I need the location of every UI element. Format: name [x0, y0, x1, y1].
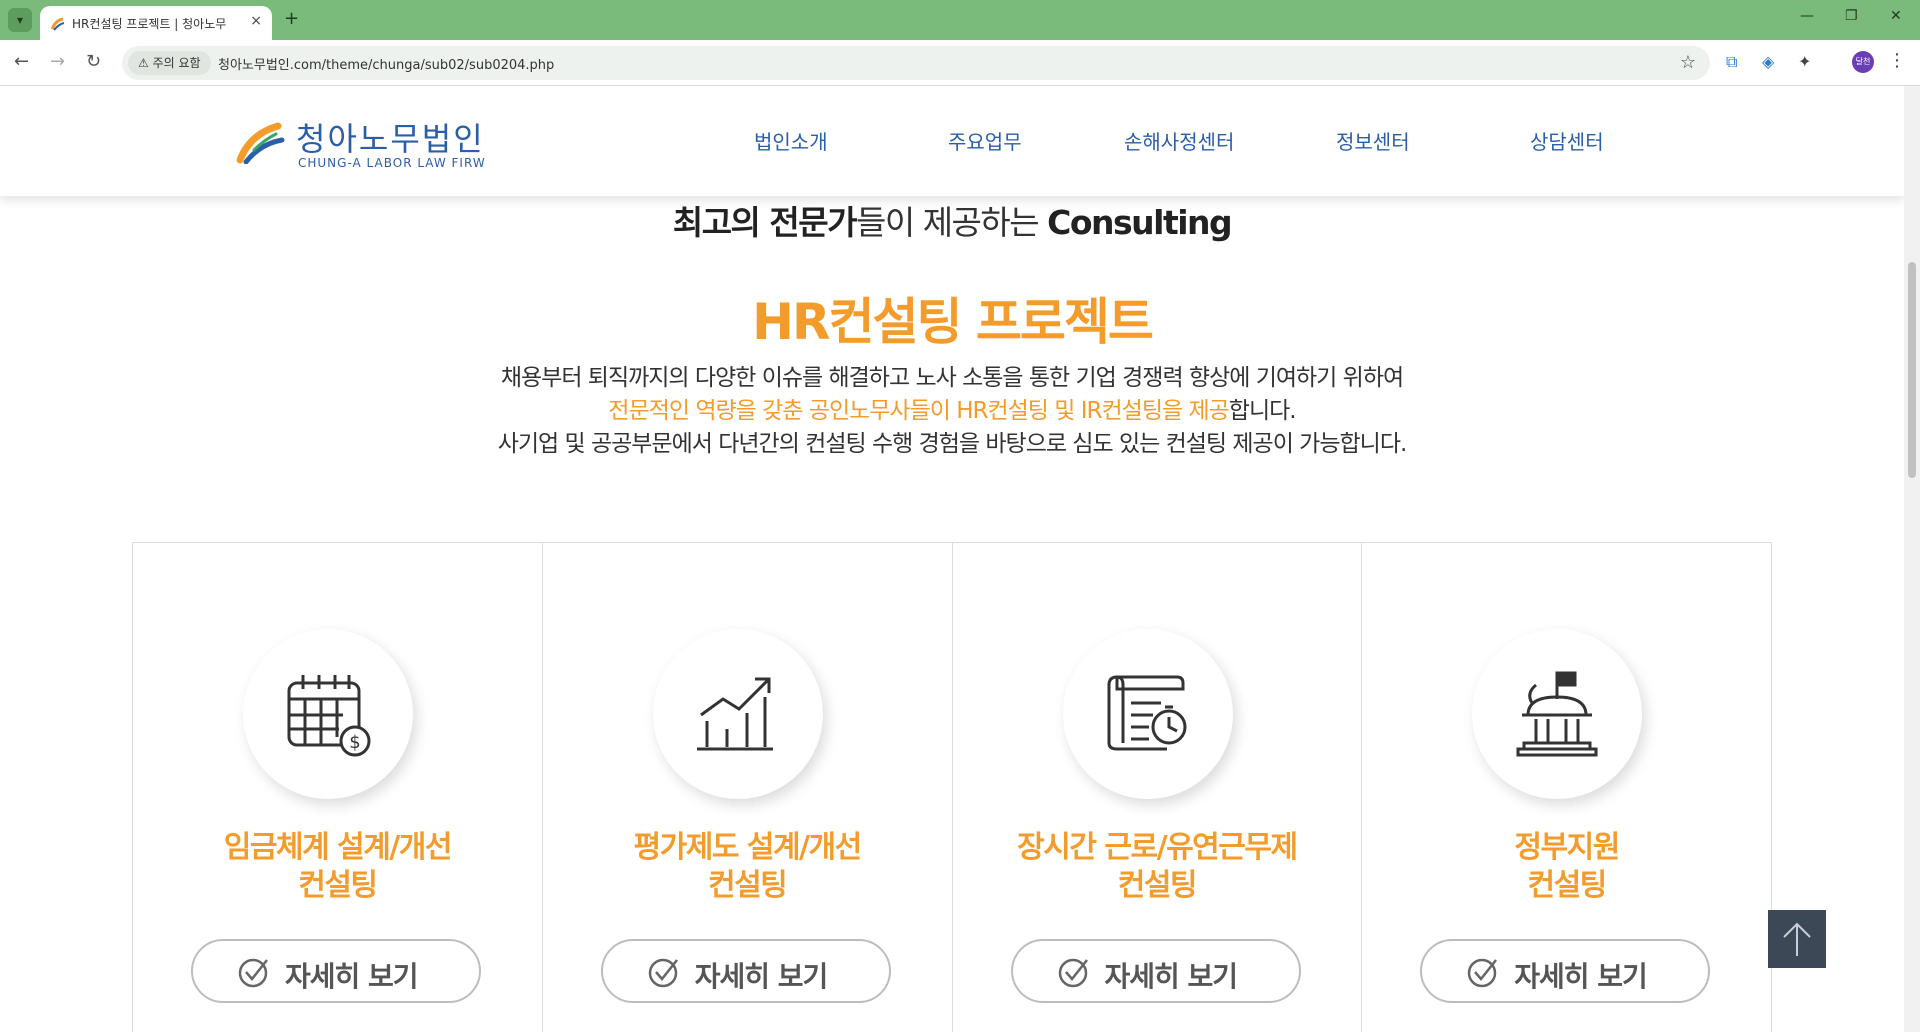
detail-button-label: 자세히 보기 [1104, 960, 1239, 993]
browser-toolbar: ← → ↻ ⚠ 주의 요함 청아노무법인.com/theme/chunga/su… [0, 40, 1920, 86]
new-tab-button[interactable]: + [284, 8, 299, 29]
card-title-line-1: 장시간 근로/유연근무제 [1017, 830, 1298, 865]
subtitle-normal: 들이 제공하는 [855, 203, 1048, 242]
back-icon[interactable]: ← [14, 51, 29, 72]
card-icon-circle [1472, 629, 1643, 799]
detail-button-label: 자세히 보기 [694, 960, 829, 993]
growth-chart-icon [696, 677, 773, 751]
desc-line-3: 사기업 및 공공부문에서 다년간의 컨설팅 수행 경험을 바탕으로 심도 있는 … [497, 431, 1408, 457]
document-clock-icon [1107, 675, 1186, 751]
card-title-line-2: 컨설팅 [1527, 868, 1607, 903]
subtitle-bold-1: 최고의 전문가 [672, 203, 858, 242]
desc-line-2: 전문적인 역량을 갖춘 공인노무사들이 HR컨설팅 및 IR컨설팅을 제공합니다… [0, 395, 1904, 428]
scrollbar-thumb[interactable] [1908, 262, 1916, 478]
check-circle-icon [1058, 958, 1088, 988]
url-text[interactable]: 청아노무법인.com/theme/chunga/sub02/sub0204.ph… [218, 54, 554, 73]
card-title: 정부지원 컨설팅 [1362, 829, 1771, 905]
page-scrollbar[interactable] [1904, 86, 1920, 1032]
check-circle-icon [238, 958, 268, 988]
desc-line-2-tail: 합니다. [1228, 398, 1297, 424]
check-circle-icon [648, 958, 678, 988]
arrow-up-icon [1783, 922, 1811, 956]
detail-button-wage[interactable]: 자세히 보기 [191, 939, 481, 1003]
subtitle-bold-2: Consulting [1047, 203, 1233, 242]
card-icon-circle: $ [243, 629, 413, 799]
reload-icon[interactable]: ↻ [86, 51, 101, 72]
card-title: 평가제도 설계/개선 컨설팅 [543, 829, 952, 905]
nav-item-info[interactable]: 정보센터 [1336, 126, 1410, 155]
card-wage-system: $ 임금체계 설계/개선 컨설팅 자세히 보기 [133, 543, 543, 1032]
nav-item-services[interactable]: 주요업무 [948, 126, 1022, 155]
logo-english-text: CHUNG-A LABOR LAW FIRW [298, 156, 486, 170]
address-bar[interactable]: ⚠ 주의 요함 청아노무법인.com/theme/chunga/sub02/su… [122, 46, 1710, 80]
tab-title: HR컨설팅 프로젝트 | 청아노무 [72, 17, 227, 31]
close-window-icon[interactable]: ✕ [1890, 8, 1902, 24]
forward-icon[interactable]: → [50, 51, 65, 72]
page-title: HR컨설팅 프로젝트 [752, 293, 1154, 351]
restore-icon[interactable]: ❐ [1845, 8, 1858, 24]
card-icon-circle [652, 629, 823, 799]
site-favicon-icon [50, 17, 65, 31]
section-subtitle: 최고의 전문가들이 제공하는 Consulting [0, 196, 1904, 244]
page-viewport: 청아노무법인 CHUNG-A LABOR LAW FIRW 법인소개 주요업무 … [0, 86, 1904, 1032]
detail-button-evaluation[interactable]: 자세히 보기 [600, 939, 891, 1003]
card-evaluation-system: 평가제도 설계/개선 컨설팅 자세히 보기 [543, 543, 953, 1032]
detail-button-flexible-work[interactable]: 자세히 보기 [1010, 939, 1301, 1003]
security-warning-chip[interactable]: ⚠ 주의 요함 [128, 51, 211, 75]
card-title-line-2: 컨설팅 [707, 868, 788, 903]
card-title-line-1: 평가제도 설계/개선 [633, 830, 863, 865]
tab-close-icon[interactable]: × [250, 13, 262, 29]
card-title-line-2: 컨설팅 [298, 868, 378, 903]
nav-item-consult[interactable]: 상담센터 [1530, 126, 1604, 155]
profile-avatar[interactable]: 달천 [1852, 51, 1874, 73]
check-circle-icon [1468, 958, 1498, 988]
consulting-cards: $ 임금체계 설계/개선 컨설팅 자세히 보기 평가제도 설계/개선 컨설팅 자… [132, 542, 1772, 1032]
card-flexible-work: 장시간 근로/유연근무제 컨설팅 자세히 보기 [953, 543, 1363, 1032]
tab-search-button[interactable]: ▾ [8, 8, 32, 32]
minimize-icon[interactable]: — [1800, 8, 1814, 24]
detail-button-label: 자세히 보기 [285, 960, 419, 993]
browser-tab-bar: ▾ HR컨설팅 프로젝트 | 청아노무 × + — ❐ ✕ [0, 0, 1920, 40]
card-title-line-1: 정부지원 [1514, 830, 1620, 865]
card-government-support: 정부지원 컨설팅 자세히 보기 [1362, 543, 1771, 1032]
scroll-to-top-button[interactable] [1768, 910, 1826, 968]
nav-item-about[interactable]: 법인소개 [754, 126, 828, 155]
browser-menu-icon[interactable]: ⋮ [1888, 50, 1906, 71]
nav-item-claims[interactable]: 손해사정센터 [1124, 126, 1234, 155]
government-building-icon [1516, 671, 1598, 757]
card-title: 임금체계 설계/개선 컨설팅 [133, 829, 542, 905]
svg-text:$: $ [349, 732, 360, 753]
desc-highlight: 전문적인 역량을 갖춘 공인노무사들이 HR컨설팅 및 IR컨설팅을 제공 [608, 398, 1229, 424]
detail-button-government[interactable]: 자세히 보기 [1420, 939, 1711, 1003]
card-title-line-1: 임금체계 설계/개선 [223, 830, 453, 865]
desc-line-1: 채용부터 퇴직까지의 다양한 이슈를 해결하고 노사 소통을 통한 기업 경쟁력… [500, 365, 1404, 391]
intro-description: 채용부터 퇴직까지의 다양한 이슈를 해결하고 노사 소통을 통한 기업 경쟁력… [0, 362, 1904, 461]
site-logo[interactable]: 청아노무법인 CHUNG-A LABOR LAW FIRW [236, 114, 496, 174]
bookmark-star-icon[interactable]: ☆ [1680, 52, 1696, 73]
detail-button-label: 자세히 보기 [1514, 960, 1648, 993]
site-header: 청아노무법인 CHUNG-A LABOR LAW FIRW 법인소개 주요업무 … [0, 86, 1904, 196]
card-title: 장시간 근로/유연근무제 컨설팅 [953, 829, 1362, 905]
logo-mark-icon [236, 122, 285, 164]
logo-korean-text: 청아노무법인 [296, 120, 485, 158]
card-icon-circle [1062, 629, 1233, 799]
card-title-line-2: 컨설팅 [1117, 868, 1198, 903]
tag-extension-icon[interactable]: ◈ [1762, 52, 1774, 71]
calendar-dollar-icon: $ [287, 675, 371, 757]
extensions-puzzle-icon[interactable]: ✦ [1798, 52, 1811, 71]
browser-tab[interactable]: HR컨설팅 프로젝트 | 청아노무 × [40, 6, 272, 40]
screenshot-extension-icon[interactable]: ⧉ [1726, 52, 1737, 72]
